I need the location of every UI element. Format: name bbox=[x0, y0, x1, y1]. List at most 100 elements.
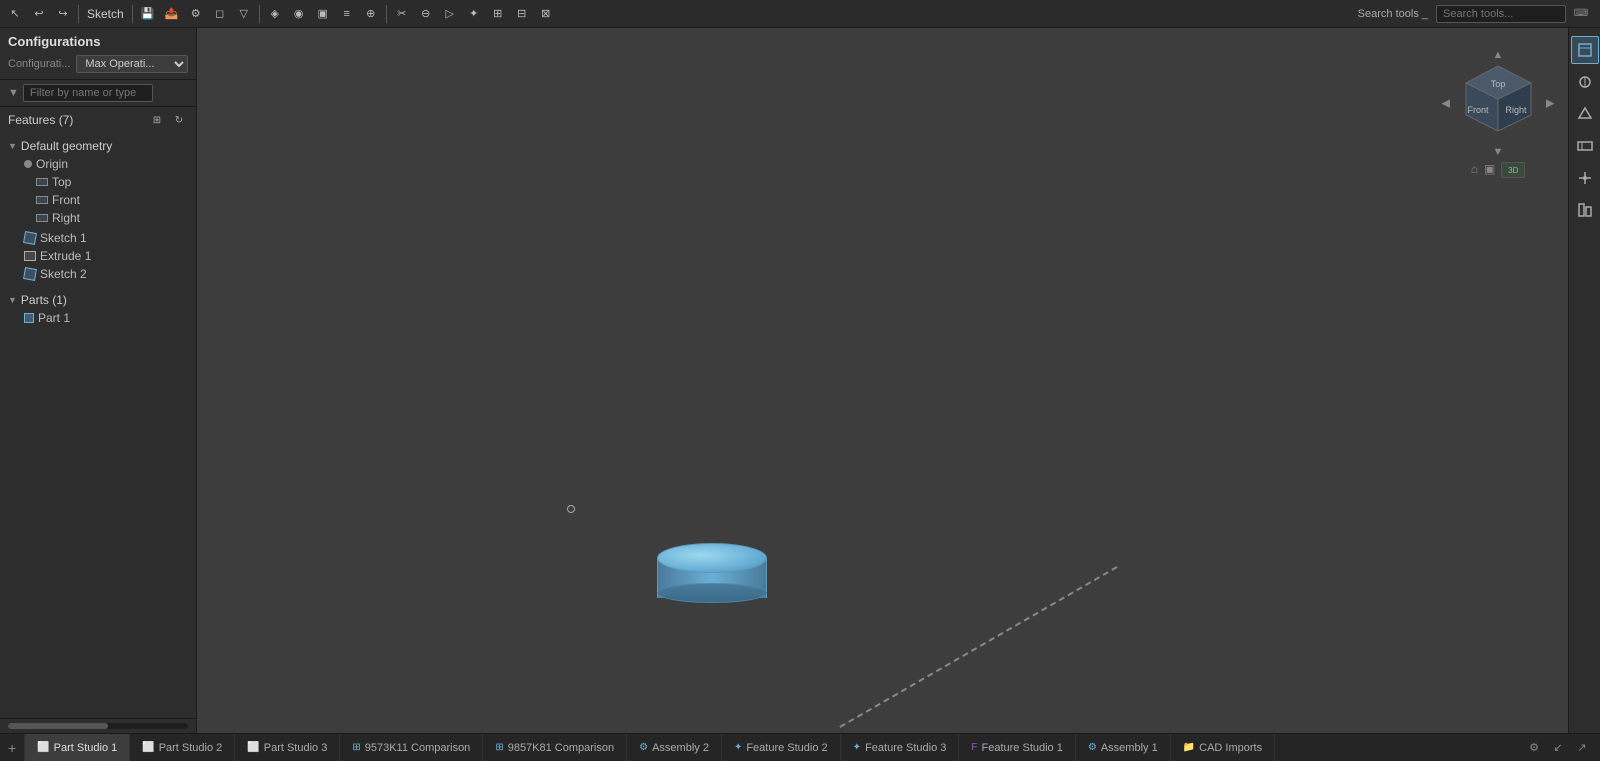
toolbar-icon-9[interactable]: ≡ bbox=[336, 3, 358, 25]
nav-home-icon[interactable]: ⌂ bbox=[1471, 162, 1478, 178]
extrude1-item[interactable]: Extrude 1 bbox=[0, 247, 196, 265]
toolbar-sep-4 bbox=[386, 5, 387, 23]
nav-ortho-icon[interactable]: ▣ bbox=[1484, 162, 1495, 178]
nav-chevron-left[interactable]: ◀ bbox=[1442, 97, 1450, 110]
front-label: Front bbox=[52, 193, 80, 207]
toolbar-icon-10[interactable]: ⊕ bbox=[360, 3, 382, 25]
toolbar-icon-7[interactable]: ◉ bbox=[288, 3, 310, 25]
right-panel-icon-6[interactable] bbox=[1571, 196, 1599, 224]
tab-comparison-1-label: 9573K11 Comparison bbox=[365, 742, 471, 754]
right-panel-icon-2[interactable] bbox=[1571, 68, 1599, 96]
right-panel-icon-5[interactable] bbox=[1571, 164, 1599, 192]
view-cube: ▲ ▼ ◀ ▶ Top Front Right bbox=[1456, 61, 1541, 146]
nav-chevron-top[interactable]: ▲ bbox=[1493, 49, 1504, 61]
sketch2-label: Sketch 2 bbox=[40, 267, 87, 281]
sketch1-item[interactable]: Sketch 1 bbox=[0, 229, 196, 247]
right-panel bbox=[1568, 28, 1600, 733]
tab-feature-studio-2-label: Feature Studio 2 bbox=[746, 742, 827, 754]
parts-label: Parts (1) bbox=[21, 293, 67, 307]
top-label: Top bbox=[52, 175, 71, 189]
toolbar-undo-icon[interactable]: ↩ bbox=[28, 3, 50, 25]
default-geometry-label: Default geometry bbox=[21, 139, 112, 153]
features-label: Features (7) bbox=[8, 113, 144, 127]
tab-feature-studio-4-label: Feature Studio 1 bbox=[982, 742, 1063, 754]
tab-part-studio-2-label: Part Studio 2 bbox=[159, 742, 223, 754]
sketch1-icon bbox=[23, 231, 37, 245]
toolbar-icon-4[interactable]: ◻ bbox=[209, 3, 231, 25]
features-header: Features (7) ⊞ ↻ bbox=[0, 107, 196, 133]
tab-feature-studio-3[interactable]: ✦ Feature Studio 3 bbox=[841, 734, 960, 761]
part1-item[interactable]: Part 1 bbox=[0, 309, 196, 327]
toolbar-icon-5[interactable]: ▽ bbox=[233, 3, 255, 25]
add-tab-btn[interactable]: + bbox=[0, 734, 25, 761]
comparison-1-icon: ⊞ bbox=[352, 742, 360, 753]
right-label: Right bbox=[52, 211, 80, 225]
search-tools-area: Search tools _ ⌨ bbox=[1350, 0, 1600, 28]
horizontal-scrollbar[interactable] bbox=[8, 723, 188, 729]
toolbar-redo-icon[interactable]: ↪ bbox=[52, 3, 74, 25]
tab-expand-icon[interactable]: ↗ bbox=[1572, 738, 1592, 758]
nav-chevron-right[interactable]: ▶ bbox=[1546, 97, 1554, 110]
tab-feature-studio-2[interactable]: ✦ Feature Studio 2 bbox=[722, 734, 841, 761]
parts-header[interactable]: ▼ Parts (1) bbox=[0, 291, 196, 309]
tab-assembly-2[interactable]: ⚙ Assembly 2 bbox=[627, 734, 722, 761]
view-cube-svg: Top Front Right bbox=[1456, 61, 1541, 146]
origin-item[interactable]: Origin bbox=[0, 155, 196, 173]
sketch2-item[interactable]: Sketch 2 bbox=[0, 265, 196, 283]
toolbar-icon-6[interactable]: ◈ bbox=[264, 3, 286, 25]
toolbar-icon-3[interactable]: ⚙ bbox=[185, 3, 207, 25]
config-key: Configurati... bbox=[8, 58, 70, 70]
toolbar-sep-2 bbox=[132, 5, 133, 23]
tab-assembly-1[interactable]: ⚙ Assembly 1 bbox=[1076, 734, 1171, 761]
sketch1-label: Sketch 1 bbox=[40, 231, 87, 245]
nav-perspective-toggle[interactable]: 3D bbox=[1501, 162, 1525, 178]
toolbar-icon-12[interactable]: ⊖ bbox=[415, 3, 437, 25]
front-plane-item[interactable]: Front bbox=[0, 191, 196, 209]
toolbar-icon-16[interactable]: ⊟ bbox=[511, 3, 533, 25]
default-geometry-header[interactable]: ▼ Default geometry bbox=[0, 137, 196, 155]
filter-input[interactable] bbox=[23, 84, 153, 102]
right-panel-icon-3[interactable] bbox=[1571, 100, 1599, 128]
right-panel-icon-1[interactable] bbox=[1571, 36, 1599, 64]
toolbar-pointer-icon[interactable]: ↖ bbox=[4, 3, 26, 25]
nav-ring: ▲ ▼ ◀ ▶ Top Front Right bbox=[1438, 38, 1558, 168]
tab-feature-studio-4[interactable]: F Feature Studio 1 bbox=[959, 734, 1075, 761]
3d-viewport[interactable]: ▲ ▼ ◀ ▶ Top Front Right ⌂ bbox=[197, 28, 1568, 733]
right-panel-icon-4[interactable] bbox=[1571, 132, 1599, 160]
configurations-panel: Configurations Configurati... Max Operat… bbox=[0, 28, 196, 80]
sketch2-icon bbox=[23, 267, 37, 281]
scrollbar-thumb[interactable] bbox=[8, 723, 108, 729]
toolbar-icon-17[interactable]: ⊠ bbox=[535, 3, 557, 25]
features-expand-btn[interactable]: ⊞ bbox=[148, 111, 166, 129]
tab-part-studio-1[interactable]: ⬜ Part Studio 1 bbox=[25, 734, 130, 761]
toolbar-sep-1 bbox=[78, 5, 79, 23]
tab-minimize-icon[interactable]: ↙ bbox=[1548, 738, 1568, 758]
tab-comparison-2-label: 9857K81 Comparison bbox=[508, 742, 614, 754]
sketch-mode-label[interactable]: Sketch bbox=[83, 7, 128, 21]
toolbar-icon-11[interactable]: ✂ bbox=[391, 3, 413, 25]
tab-settings-icon[interactable]: ⚙ bbox=[1524, 738, 1544, 758]
tab-part-studio-2[interactable]: ⬜ Part Studio 2 bbox=[130, 734, 235, 761]
toolbar-icon-8[interactable]: ▣ bbox=[312, 3, 334, 25]
tab-part-studio-3[interactable]: ⬜ Part Studio 3 bbox=[235, 734, 340, 761]
toolbar-icon-15[interactable]: ⊞ bbox=[487, 3, 509, 25]
features-refresh-btn[interactable]: ↻ bbox=[170, 111, 188, 129]
svg-text:Front: Front bbox=[1467, 105, 1489, 115]
toolbar-export-icon[interactable]: 📤 bbox=[161, 3, 183, 25]
section-arrow: ▼ bbox=[8, 141, 17, 151]
right-plane-item[interactable]: Right bbox=[0, 209, 196, 227]
search-input[interactable] bbox=[1436, 5, 1566, 23]
cad-imports-icon: 📁 bbox=[1183, 742, 1195, 753]
tab-comparison-2[interactable]: ⊞ 9857K81 Comparison bbox=[483, 734, 627, 761]
tab-comparison-1[interactable]: ⊞ 9573K11 Comparison bbox=[340, 734, 483, 761]
keyboard-shortcut-icon[interactable]: ⌨ bbox=[1570, 3, 1592, 25]
left-sidebar: Configurations Configurati... Max Operat… bbox=[0, 28, 197, 733]
toolbar-save-icon[interactable]: 💾 bbox=[137, 3, 159, 25]
nav-chevron-bottom[interactable]: ▼ bbox=[1493, 146, 1504, 158]
config-value-select[interactable]: Max Operati... bbox=[76, 55, 188, 73]
tab-cad-imports[interactable]: 📁 CAD Imports bbox=[1171, 734, 1275, 761]
toolbar-icon-13[interactable]: ▷ bbox=[439, 3, 461, 25]
toolbar-icon-14[interactable]: ✦ bbox=[463, 3, 485, 25]
tab-part-studio-1-label: Part Studio 1 bbox=[54, 742, 118, 754]
top-plane-item[interactable]: Top bbox=[0, 173, 196, 191]
